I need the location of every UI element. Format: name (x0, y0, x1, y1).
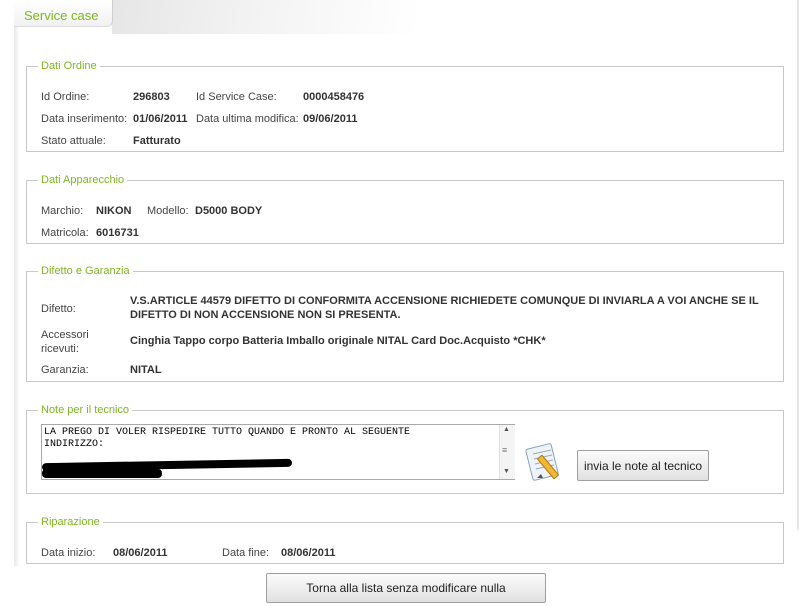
id-service-case-value: 0000458476 (303, 91, 365, 103)
scroll-grip-icon[interactable]: ≡ (502, 445, 512, 455)
invia-note-button[interactable]: invia le note al tecnico (577, 450, 709, 481)
data-fine-value: 08/06/2011 (281, 547, 336, 559)
back-to-list-button[interactable]: Torna alla lista senza modificare nulla (266, 573, 546, 603)
modello-label: Modello: (147, 205, 189, 217)
note-scrollbar[interactable]: ▲ ≡ ▼ (499, 425, 515, 479)
scroll-up-icon[interactable]: ▲ (503, 426, 510, 433)
id-ordine-value: 296803 (133, 91, 170, 103)
marchio-label: Marchio: (41, 205, 84, 217)
difetto-garanzia-section: Difetto e Garanzia Difetto: V.S.ARTICLE … (26, 265, 784, 382)
accessori-value: Cinghia Tappo corpo Batteria Imballo ori… (130, 335, 546, 347)
accessori-label-1: Accessori (41, 329, 89, 341)
matricola-label: Matricola: (41, 227, 89, 239)
data-fine-label: Data fine: (222, 547, 270, 559)
dati-ordine-legend: Dati Ordine (41, 60, 97, 72)
data-inizio-label: Data inizio: (41, 547, 96, 559)
accessori-label-2: ricevuti: (41, 343, 79, 355)
marchio-value: NIKON (96, 205, 132, 217)
data-inserimento-label: Data inserimento: (41, 113, 128, 125)
difetto-garanzia-legend: Difetto e Garanzia (41, 265, 130, 277)
service-case-tab[interactable]: Service case (14, 0, 113, 27)
data-inserimento-value: 01/06/2011 (133, 113, 188, 125)
notepad-pencil-icon (525, 443, 559, 481)
riparazione-legend: Riparazione (41, 516, 100, 528)
page-shade (14, 26, 20, 566)
difetto-label: Difetto: (41, 303, 76, 315)
tab-shadow (112, 0, 472, 34)
id-service-case-label: Id Service Case: (196, 91, 277, 103)
tab-title: Service case (24, 8, 99, 23)
id-ordine-label: Id Ordine: (41, 91, 90, 103)
scroll-down-icon[interactable]: ▼ (503, 468, 510, 475)
data-ultima-modifica-label: Data ultima modifica: (196, 113, 299, 125)
dati-ordine-section: Dati Ordine Id Ordine: 296803 Id Service… (26, 60, 784, 152)
note-tecnico-legend: Note per il tecnico (41, 404, 130, 416)
stato-label: Stato attuale: (41, 135, 106, 147)
difetto-value-line2: DIFETTO DI NON ACCENSIONE NON SI PRESENT… (130, 309, 401, 321)
data-inizio-value: 08/06/2011 (113, 547, 168, 559)
dati-apparecchio-legend: Dati Apparecchio (41, 174, 125, 186)
matricola-value: 6016731 (96, 227, 139, 239)
modello-value: D5000 BODY (195, 205, 263, 217)
dati-apparecchio-section: Dati Apparecchio Marchio: NIKON Modello:… (26, 174, 784, 244)
stato-value: Fatturato (133, 135, 181, 147)
garanzia-value: NITAL (130, 364, 162, 376)
garanzia-label: Garanzia: (41, 364, 89, 376)
riparazione-section: Riparazione Data inizio: 08/06/2011 Data… (26, 516, 784, 564)
difetto-value-line1: V.S.ARTICLE 44579 DIFETTO DI CONFORMITA … (130, 295, 759, 307)
data-ultima-modifica-value: 09/06/2011 (303, 113, 358, 125)
redacted-address-2 (42, 469, 162, 478)
note-tecnico-section: Note per il tecnico ▲ ≡ ▼ invia le note … (26, 404, 784, 494)
